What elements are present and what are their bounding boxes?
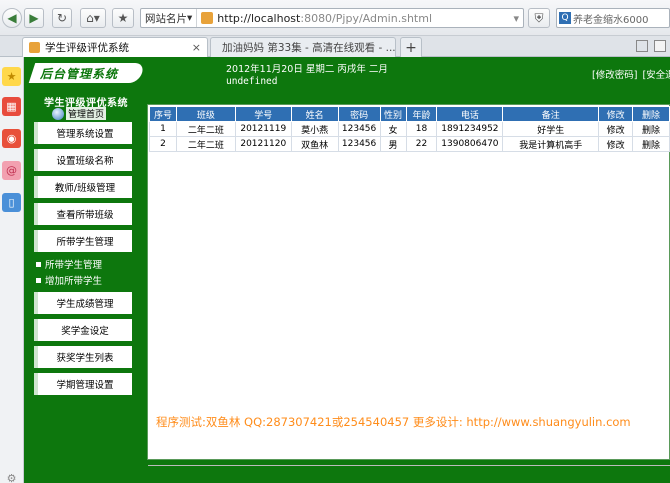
tab-label: 加油妈妈 第33集 - 高清在线观看 - ... (222, 42, 396, 54)
security-shield-icon[interactable]: ⛨ (528, 8, 550, 28)
subitem-add-student[interactable]: 增加所带学生 (36, 273, 102, 287)
col-header: 班级 (175, 106, 236, 122)
table-row: 1 二年二班 20121119 莫小燕 123456 女 18 18912349… (149, 121, 670, 137)
cell-class: 二年二班 (175, 136, 236, 152)
home-icon[interactable]: ⌂▾ (80, 8, 106, 28)
sidebar-item-scores[interactable]: 学生成绩管理 (34, 292, 132, 314)
col-header: 删除 (632, 106, 670, 122)
table-header-row: 序号 班级 学号 姓名 密码 性别 年龄 电话 备注 修改 删除 (149, 106, 670, 122)
cell-password: 123456 (337, 121, 381, 137)
col-header: 修改 (598, 106, 634, 122)
cell-phone: 1891234952 (436, 121, 504, 137)
sidebar-item-scholarship[interactable]: 奖学金设定 (34, 319, 132, 341)
sidebar-item-class-names[interactable]: 设置班级名称 (34, 149, 132, 171)
sidebar-item-semester[interactable]: 学期管理设置 (34, 373, 132, 395)
cell-class: 二年二班 (175, 121, 236, 137)
student-table: 序号 班级 学号 姓名 密码 性别 年龄 电话 备注 修改 删除 1 二年二班 … (149, 106, 670, 152)
cell-student-id: 20121119 (234, 121, 292, 137)
browser-window: ◀ ▶ ↻ ⌂▾ ★ 网站名片 ▾ http://localhost:8080/P… (0, 0, 670, 483)
cell-gender: 女 (379, 121, 407, 137)
col-header: 密码 (337, 106, 381, 122)
col-header: 年龄 (405, 106, 438, 122)
bookmark-star-icon[interactable]: ★ (112, 8, 134, 28)
search-icon: Q (559, 12, 571, 24)
tab-video[interactable]: 加油妈妈 第33集 - 高清在线观看 - ... × (210, 37, 396, 57)
sidebar-item-teacher-class[interactable]: 教师/班级管理 (34, 176, 132, 198)
footer-credit-text: 程序测试:双鱼林 QQ:287307421或254540457 更多设计: ht… (156, 415, 631, 429)
new-tab-button[interactable]: + (400, 37, 422, 57)
bullet-icon (36, 261, 41, 267)
col-header: 电话 (436, 106, 504, 122)
logout-link[interactable]: [安全退 (642, 70, 670, 81)
header-links: [修改密码] [安全退 (592, 67, 670, 81)
tab-student-system[interactable]: 学生评级评优系统 × (22, 37, 208, 57)
col-header: 性别 (379, 106, 407, 122)
date-text: 2012年11月20日 星期二 丙戌年 二月 (226, 64, 388, 75)
address-bar[interactable]: 网站名片 ▾ http://localhost:8080/Pjpy/Admin.s… (140, 8, 524, 28)
home-globe-icon (52, 107, 64, 120)
browser-side-panel: ★ ▦ ◉ @ ▯ ⚙ (0, 57, 24, 483)
content-frame: 序号 班级 学号 姓名 密码 性别 年龄 电话 备注 修改 删除 1 二年二班 … (144, 97, 670, 483)
search-text[interactable]: 养老金缩水6000 (573, 11, 648, 26)
page-content: 后台管理系统 2012年11月20日 星期二 丙戌年 二月 undefined … (24, 57, 670, 483)
cell-name: 双鱼林 (290, 136, 339, 152)
delete-link[interactable]: 删除 (632, 136, 670, 152)
sidebar-item-student-manage[interactable]: 所带学生管理 (34, 230, 132, 252)
window-icon[interactable] (654, 40, 666, 52)
search-box[interactable]: Q 养老金缩水6000 (556, 8, 670, 28)
refresh-icon[interactable]: ↻ (52, 8, 72, 28)
mail-icon[interactable]: @ (2, 161, 21, 180)
divider (148, 465, 670, 466)
table-row: 2 二年二班 20121120 双鱼林 123456 男 22 13908064… (149, 136, 670, 152)
sidebar: 学生评级评优系统 管理首页 管理系统设置 设置班级名称 教师/班级管理 查看所带… (24, 97, 144, 483)
col-header: 备注 (502, 106, 600, 122)
bullet-icon (36, 277, 41, 283)
cell-password: 123456 (337, 136, 381, 152)
col-header: 学号 (234, 106, 292, 122)
back-icon[interactable]: ◀ (2, 8, 22, 28)
calendar-icon[interactable]: ▦ (2, 97, 21, 116)
col-header: 序号 (149, 106, 177, 122)
cell-student-id: 20121120 (234, 136, 292, 152)
favorites-star-icon[interactable]: ★ (2, 67, 21, 86)
edit-link[interactable]: 修改 (598, 121, 634, 137)
home-label: 管理首页 (66, 107, 107, 120)
cell-age: 18 (405, 121, 438, 137)
close-tab-icon[interactable]: × (186, 41, 201, 54)
tab-strip: 学生评级评优系统 × 加油妈妈 第33集 - 高清在线观看 - ... × + (0, 36, 670, 57)
cell-index: 2 (149, 136, 177, 152)
cell-index: 1 (149, 121, 177, 137)
tab-list-icon[interactable] (636, 40, 648, 52)
change-password-link[interactable]: [修改密码] (592, 70, 637, 81)
admin-header: 后台管理系统 2012年11月20日 星期二 丙戌年 二月 undefined … (24, 57, 670, 97)
settings-gear-icon[interactable]: ⚙ (2, 469, 21, 483)
url-text[interactable]: http://localhost:8080/Pjpy/Admin.shtml (213, 12, 432, 25)
subitem-student-manage[interactable]: 所带学生管理 (36, 257, 102, 271)
sidebar-item-award-list[interactable]: 获奖学生列表 (34, 346, 132, 368)
tab-label: 学生评级评优系统 (45, 42, 129, 54)
sidebar-home[interactable]: 管理首页 (52, 107, 107, 120)
cell-gender: 男 (379, 136, 407, 152)
cell-remark: 好学生 (502, 121, 600, 137)
logo-text: 后台管理系统 (40, 67, 119, 81)
cell-phone: 1390806470 (436, 136, 504, 152)
weibo-icon[interactable]: ◉ (2, 129, 21, 148)
edit-link[interactable]: 修改 (598, 136, 634, 152)
tab-favicon-icon (29, 42, 40, 53)
site-card-menu[interactable]: 网站名片 ▾ (141, 9, 198, 27)
cell-remark: 我是计算机高手 (502, 136, 600, 152)
col-header: 姓名 (290, 106, 339, 122)
cell-name: 莫小燕 (290, 121, 339, 137)
sidebar-item-system-settings[interactable]: 管理系统设置 (34, 122, 132, 144)
mobile-icon[interactable]: ▯ (2, 193, 21, 212)
browser-toolbar: ◀ ▶ ↻ ⌂▾ ★ 网站名片 ▾ http://localhost:8080/P… (0, 0, 670, 36)
cell-age: 22 (405, 136, 438, 152)
user-text: undefined (226, 76, 278, 87)
forward-icon[interactable]: ▶ (24, 8, 44, 28)
delete-link[interactable]: 删除 (632, 121, 670, 137)
sidebar-item-view-classes[interactable]: 查看所带班级 (34, 203, 132, 225)
url-dropdown-icon[interactable]: ▾ (513, 12, 523, 25)
page-favicon-icon (201, 12, 214, 24)
content-panel: 序号 班级 学号 姓名 密码 性别 年龄 电话 备注 修改 删除 1 二年二班 … (147, 104, 670, 466)
